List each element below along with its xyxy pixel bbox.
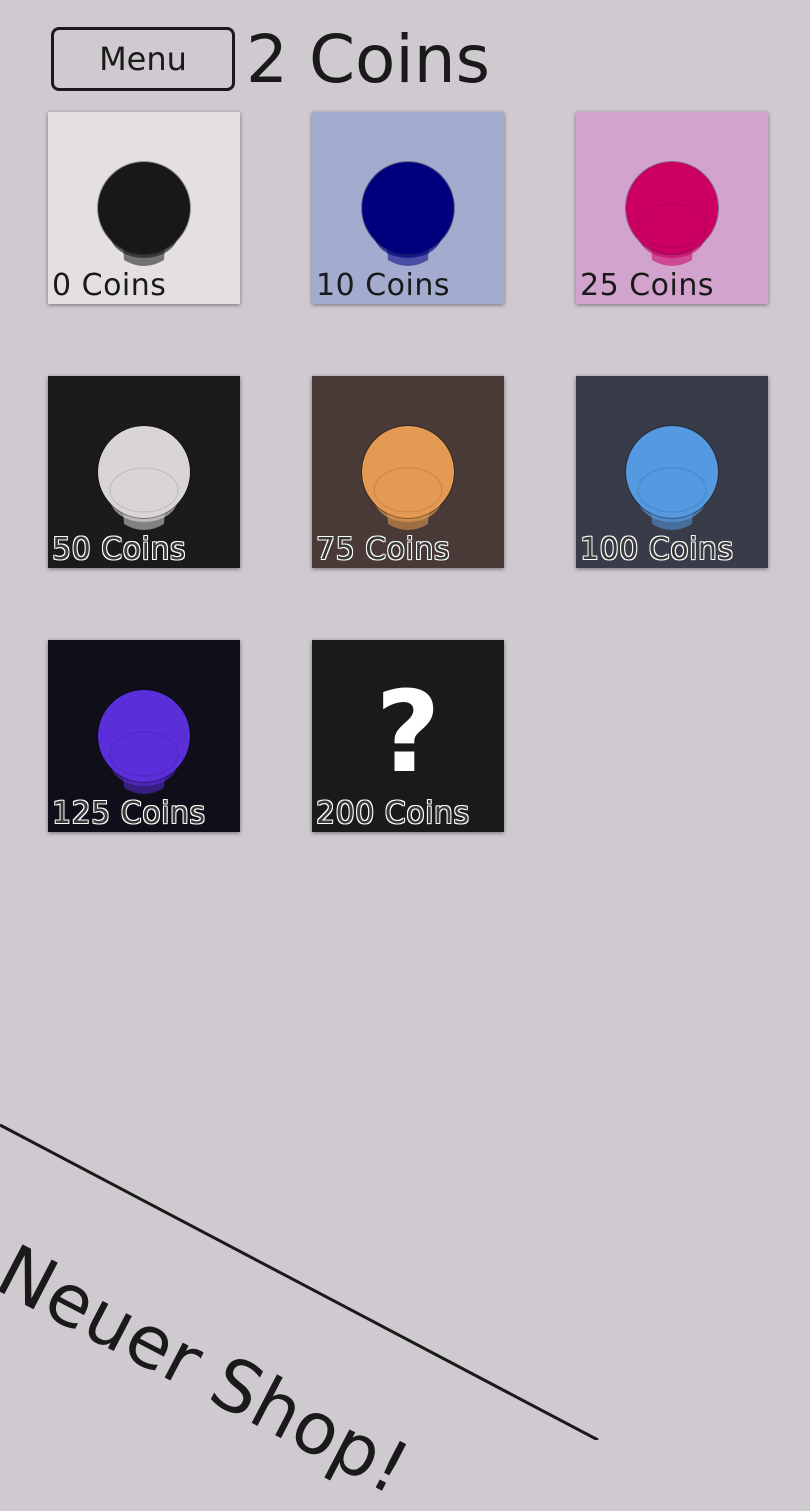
- shop-item-6[interactable]: 125 Coins: [48, 640, 240, 832]
- bulb-icon: [624, 160, 720, 274]
- bulb-icon: [96, 424, 192, 538]
- menu-button[interactable]: Menu: [51, 27, 235, 91]
- coin-balance: 2 Coins: [246, 21, 490, 98]
- shop-item-price: 125 Coins: [52, 796, 206, 831]
- shop-item-1[interactable]: 10 Coins: [312, 112, 504, 304]
- shop-item-price: 0 Coins: [52, 268, 167, 303]
- shop-item-price: 50 Coins: [52, 532, 186, 567]
- shop-item-0[interactable]: 0 Coins: [48, 112, 240, 304]
- shop-item-price: 10 Coins: [316, 268, 450, 303]
- bulb-icon: [96, 160, 192, 274]
- shop-item-4[interactable]: 75 Coins: [312, 376, 504, 568]
- shop-item-7[interactable]: ? 200 Coins: [312, 640, 504, 832]
- bulb-icon: [360, 160, 456, 274]
- shop-grid: 0 Coins 10 Coins 25 Coins 50 Coins 75 Coins 1…: [48, 112, 768, 832]
- new-shop-banner: Neuer Shop!: [0, 1228, 423, 1511]
- shop-item-price: 200 Coins: [316, 796, 470, 831]
- shop-item-5[interactable]: 100 Coins: [576, 376, 768, 568]
- bulb-icon: [360, 424, 456, 538]
- shop-item-price: 75 Coins: [316, 532, 450, 567]
- bulb-icon: [624, 424, 720, 538]
- shop-item-2[interactable]: 25 Coins: [576, 112, 768, 304]
- bulb-icon: [96, 688, 192, 802]
- question-mark-icon: ?: [375, 668, 441, 798]
- shop-item-price: 100 Coins: [580, 532, 734, 567]
- shop-item-price: 25 Coins: [580, 268, 714, 303]
- shop-item-3[interactable]: 50 Coins: [48, 376, 240, 568]
